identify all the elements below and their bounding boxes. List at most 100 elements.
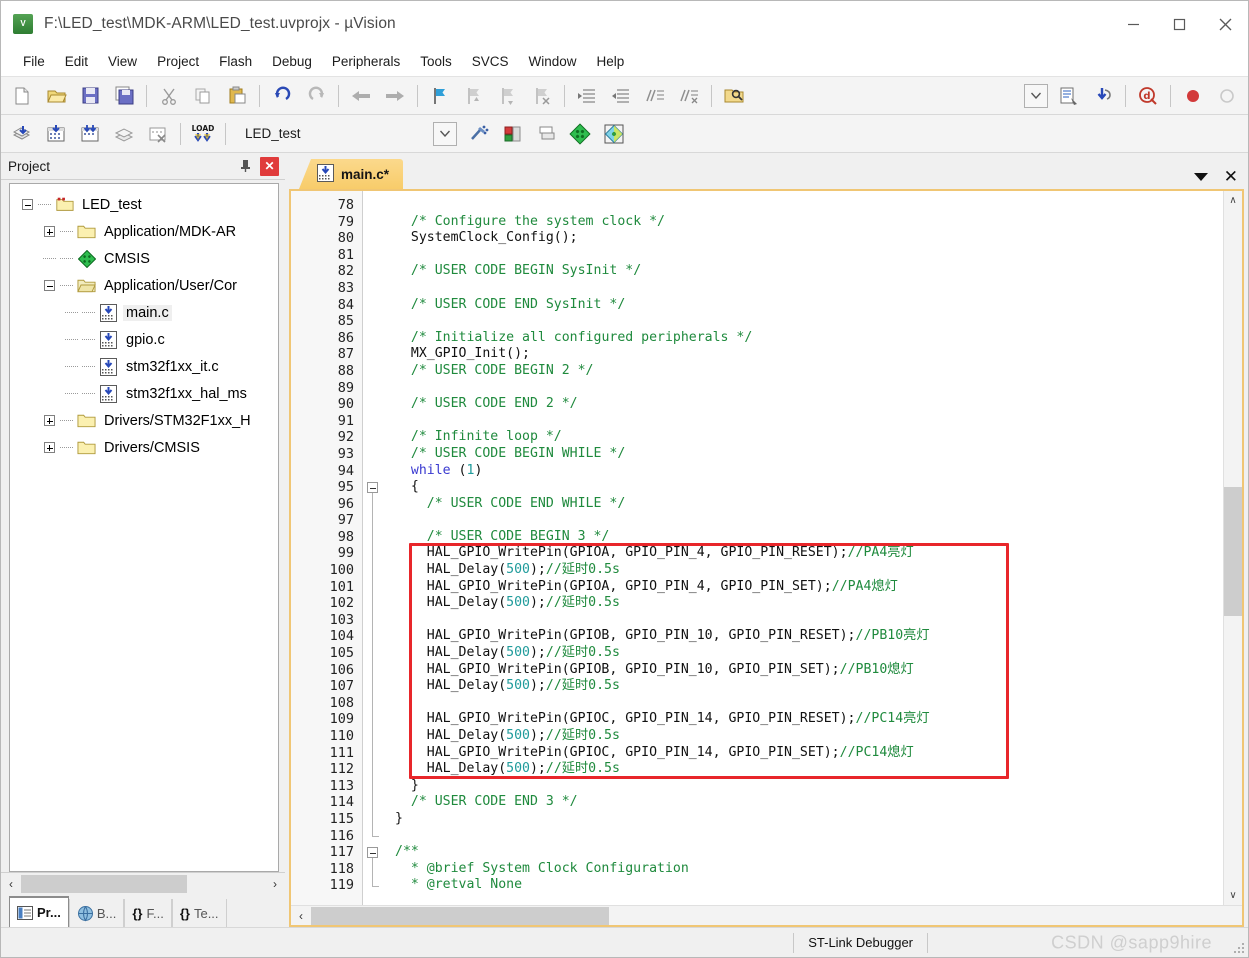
resize-grip[interactable] (1233, 942, 1245, 954)
tree-item[interactable]: Drivers/CMSIS (10, 434, 278, 461)
cut-icon[interactable] (154, 81, 184, 111)
record-icon[interactable] (1178, 81, 1208, 111)
code-content[interactable]: /* Configure the system clock */ SystemC… (385, 191, 1223, 905)
project-bottom-tab-1[interactable]: B... (68, 899, 125, 927)
hscroll-right-arrow[interactable]: › (265, 874, 285, 894)
hscroll-left-arrow[interactable]: ‹ (291, 906, 311, 926)
bookmark-toggle-icon[interactable] (425, 81, 455, 111)
menu-item-help[interactable]: Help (587, 51, 635, 72)
manage-project-items-icon[interactable] (497, 119, 527, 149)
project-bottom-tab-2[interactable]: {} F... (124, 899, 172, 927)
paste-icon[interactable] (222, 81, 252, 111)
hscroll-track[interactable] (21, 874, 265, 893)
target-selector[interactable]: LED_test (237, 122, 433, 146)
tree-expander-minus-icon[interactable] (38, 280, 60, 291)
close-icon[interactable]: ✕ (260, 156, 279, 176)
tree-item[interactable]: Drivers/STM32F1xx_H (10, 407, 278, 434)
menu-item-flash[interactable]: Flash (209, 51, 262, 72)
editor-tab-main-c[interactable]: main.c* (299, 159, 404, 189)
fold-toggle[interactable] (363, 844, 385, 861)
tree-expander-minus-icon[interactable] (16, 199, 38, 210)
tree-item[interactable]: stm32f1xx_it.c (10, 353, 278, 380)
project-bottom-tab-0[interactable]: Pr... (9, 896, 69, 927)
code-folding-column[interactable] (363, 191, 385, 905)
tree-item[interactable]: Application/MDK-AR (10, 218, 278, 245)
editor-hscrollbar[interactable]: ‹ (291, 905, 1242, 925)
new-file-icon[interactable] (7, 81, 37, 111)
menu-item-window[interactable]: Window (518, 51, 586, 72)
stop-icon[interactable] (1212, 81, 1242, 111)
menu-item-tools[interactable]: Tools (410, 51, 462, 72)
indent-right-icon[interactable] (572, 81, 602, 111)
translate-icon[interactable] (7, 119, 37, 149)
indent-left-icon[interactable] (606, 81, 636, 111)
menu-item-svcs[interactable]: SVCS (462, 51, 519, 72)
navigate-forward-icon[interactable] (380, 81, 410, 111)
save-all-icon[interactable] (109, 81, 139, 111)
comment-icon[interactable] (640, 81, 670, 111)
hscroll-thumb[interactable] (311, 906, 609, 925)
vscroll-track[interactable] (1223, 210, 1242, 886)
pack-installer-icon[interactable] (531, 119, 561, 149)
load-icon[interactable]: LOAD (188, 119, 218, 149)
vscroll-thumb[interactable] (1223, 487, 1242, 616)
configure-icon[interactable] (1054, 81, 1084, 111)
batch-build-icon[interactable] (109, 119, 139, 149)
code-line: } (385, 778, 1223, 795)
bookmark-prev-icon[interactable] (459, 81, 489, 111)
fold-toggle[interactable] (363, 479, 385, 496)
tree-item[interactable]: stm32f1xx_hal_ms (10, 380, 278, 407)
find-in-files-icon[interactable] (719, 81, 749, 111)
minimize-button[interactable] (1110, 1, 1156, 47)
hscroll-track[interactable] (311, 906, 1242, 925)
tree-item[interactable]: main.c (10, 299, 278, 326)
menu-item-edit[interactable]: Edit (55, 51, 98, 72)
close-button[interactable] (1202, 1, 1248, 47)
download-icon[interactable] (1088, 81, 1118, 111)
manage-runtime-env-alt-icon[interactable] (599, 119, 629, 149)
target-options-icon[interactable] (463, 119, 493, 149)
tree-expander-plus-icon[interactable] (38, 442, 60, 453)
target-dropdown-button[interactable] (433, 121, 457, 146)
rebuild-icon[interactable] (75, 119, 105, 149)
bookmark-next-icon[interactable] (493, 81, 523, 111)
menu-item-debug[interactable]: Debug (262, 51, 322, 72)
menu-item-file[interactable]: File (13, 51, 55, 72)
line-number: 98 (337, 528, 354, 545)
tree-item[interactable]: gpio.c (10, 326, 278, 353)
tree-expander-plus-icon[interactable] (38, 415, 60, 426)
undo-icon[interactable] (267, 81, 297, 111)
tree-expander-plus-icon[interactable] (38, 226, 60, 237)
debug-session-icon[interactable]: d (1133, 81, 1163, 111)
editor-vscrollbar[interactable]: ∧ ∨ (1223, 191, 1242, 905)
tree-item[interactable]: CMSIS (10, 245, 278, 272)
bookmark-clear-icon[interactable] (527, 81, 557, 111)
hscroll-thumb[interactable] (21, 874, 187, 893)
maximize-button[interactable] (1156, 1, 1202, 47)
menu-item-peripherals[interactable]: Peripherals (322, 51, 410, 72)
line-number: 93 (337, 445, 354, 462)
navigate-back-icon[interactable] (346, 81, 376, 111)
uncomment-icon[interactable] (674, 81, 704, 111)
pin-icon[interactable] (235, 156, 255, 176)
project-hscrollbar[interactable]: ‹ › (1, 872, 285, 894)
scroll-down-arrow[interactable]: ∨ (1224, 886, 1243, 905)
tree-item[interactable]: LED_test (10, 191, 278, 218)
chevron-down-icon[interactable] (1193, 172, 1208, 181)
menu-item-project[interactable]: Project (147, 51, 209, 72)
manage-runtime-env-icon[interactable] (565, 119, 595, 149)
scroll-up-arrow[interactable]: ∧ (1224, 191, 1243, 210)
open-file-icon[interactable] (41, 81, 71, 111)
close-icon[interactable]: ✕ (1224, 168, 1238, 185)
redo-icon[interactable] (301, 81, 331, 111)
tree-item[interactable]: Application/User/Cor (10, 272, 278, 299)
save-icon[interactable] (75, 81, 105, 111)
menu-item-view[interactable]: View (98, 51, 147, 72)
toolbar-dropdown-button[interactable] (1024, 83, 1048, 108)
copy-icon[interactable] (188, 81, 218, 111)
hscroll-left-arrow[interactable]: ‹ (1, 874, 21, 894)
project-bottom-tab-3[interactable]: {} Te... (171, 899, 227, 927)
stop-build-icon[interactable] (143, 119, 173, 149)
build-icon[interactable] (41, 119, 71, 149)
